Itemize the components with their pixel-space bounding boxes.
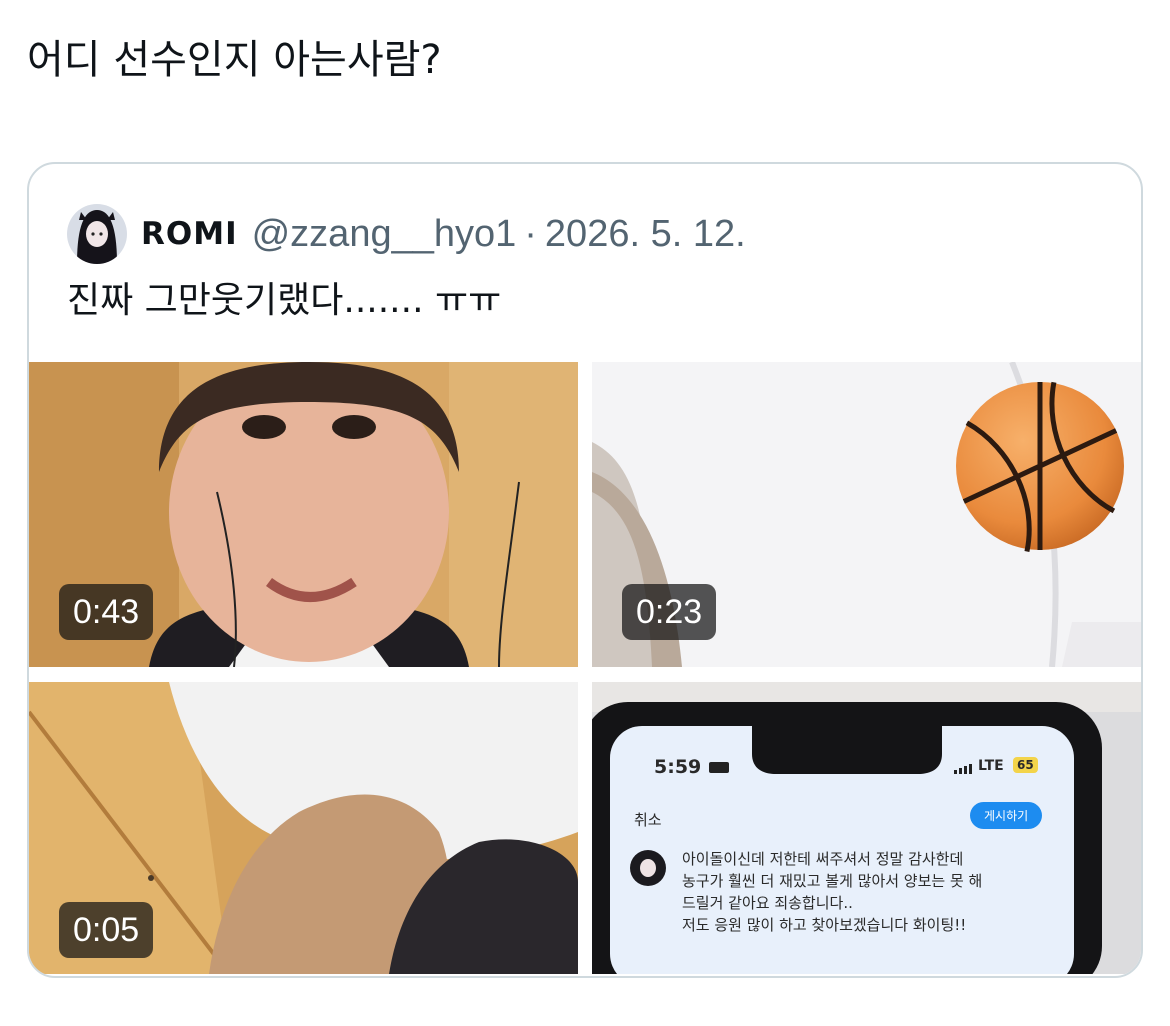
reply-message-line: 농구가 훨씬 더 재밌고 볼게 많아서 양보는 못 해 [682, 872, 983, 890]
video-thumbnail-3[interactable]: 0:05 [29, 682, 578, 974]
video-thumbnail-2[interactable]: 0:23 [592, 362, 1141, 667]
reply-avatar [630, 850, 666, 886]
display-name[interactable]: ROMI [141, 216, 238, 252]
video-duration-badge: 0:43 [59, 584, 154, 640]
signal-icon [954, 764, 972, 774]
post-text: 어디 선수인지 아는사람? [27, 37, 442, 83]
post-button[interactable]: 게시하기 [970, 802, 1043, 829]
reply-message-line: 드릴거 같아요 죄송합니다.. [682, 894, 853, 912]
avatar[interactable] [67, 204, 127, 264]
post-date[interactable]: 2026. 5. 12. [545, 213, 746, 256]
phone-photo[interactable]: 5:59 LTE 65 취소 게시하기 아이돌이신데 저한테 써주셔서 정말 감… [592, 682, 1141, 974]
video-duration-badge: 0:05 [59, 902, 154, 958]
battery-indicator: 65 [1013, 757, 1038, 773]
reply-message: 아이돌이신데 저한테 써주셔서 정말 감사한데 농구가 훨씬 더 재밌고 볼게 … [682, 848, 982, 936]
media-grid: 0:43 0:23 0:05 5:59 LTE 65 취소 게시하기 아이돌이신… [29, 362, 1141, 976]
video-duration-badge: 0:23 [622, 584, 717, 640]
basketball-icon [956, 381, 1124, 553]
reply-message-line: 저도 응원 많이 하고 찾아보겠습니다 화이팅!! [682, 916, 967, 934]
cancel-button[interactable]: 취소 [634, 809, 662, 830]
reply-message-line: 아이돌이신데 저한테 써주셔서 정말 감사한데 [682, 850, 964, 868]
status-bar-time: 5:59 [654, 756, 702, 778]
quoted-tweet-header: ROMI @zzang__hyo1 · 2026. 5. 12. [67, 202, 746, 266]
quoted-tweet-text: 진짜 그만웃기랬다....... ㅠㅠ [67, 280, 502, 321]
user-handle[interactable]: @zzang__hyo1 [252, 213, 517, 256]
separator-dot: · [524, 212, 537, 255]
quoted-tweet-card[interactable]: ROMI @zzang__hyo1 · 2026. 5. 12. 진짜 그만웃기… [27, 162, 1143, 978]
bed-icon [709, 762, 729, 773]
video-thumbnail-1[interactable]: 0:43 [29, 362, 578, 667]
network-label: LTE [978, 758, 1004, 774]
